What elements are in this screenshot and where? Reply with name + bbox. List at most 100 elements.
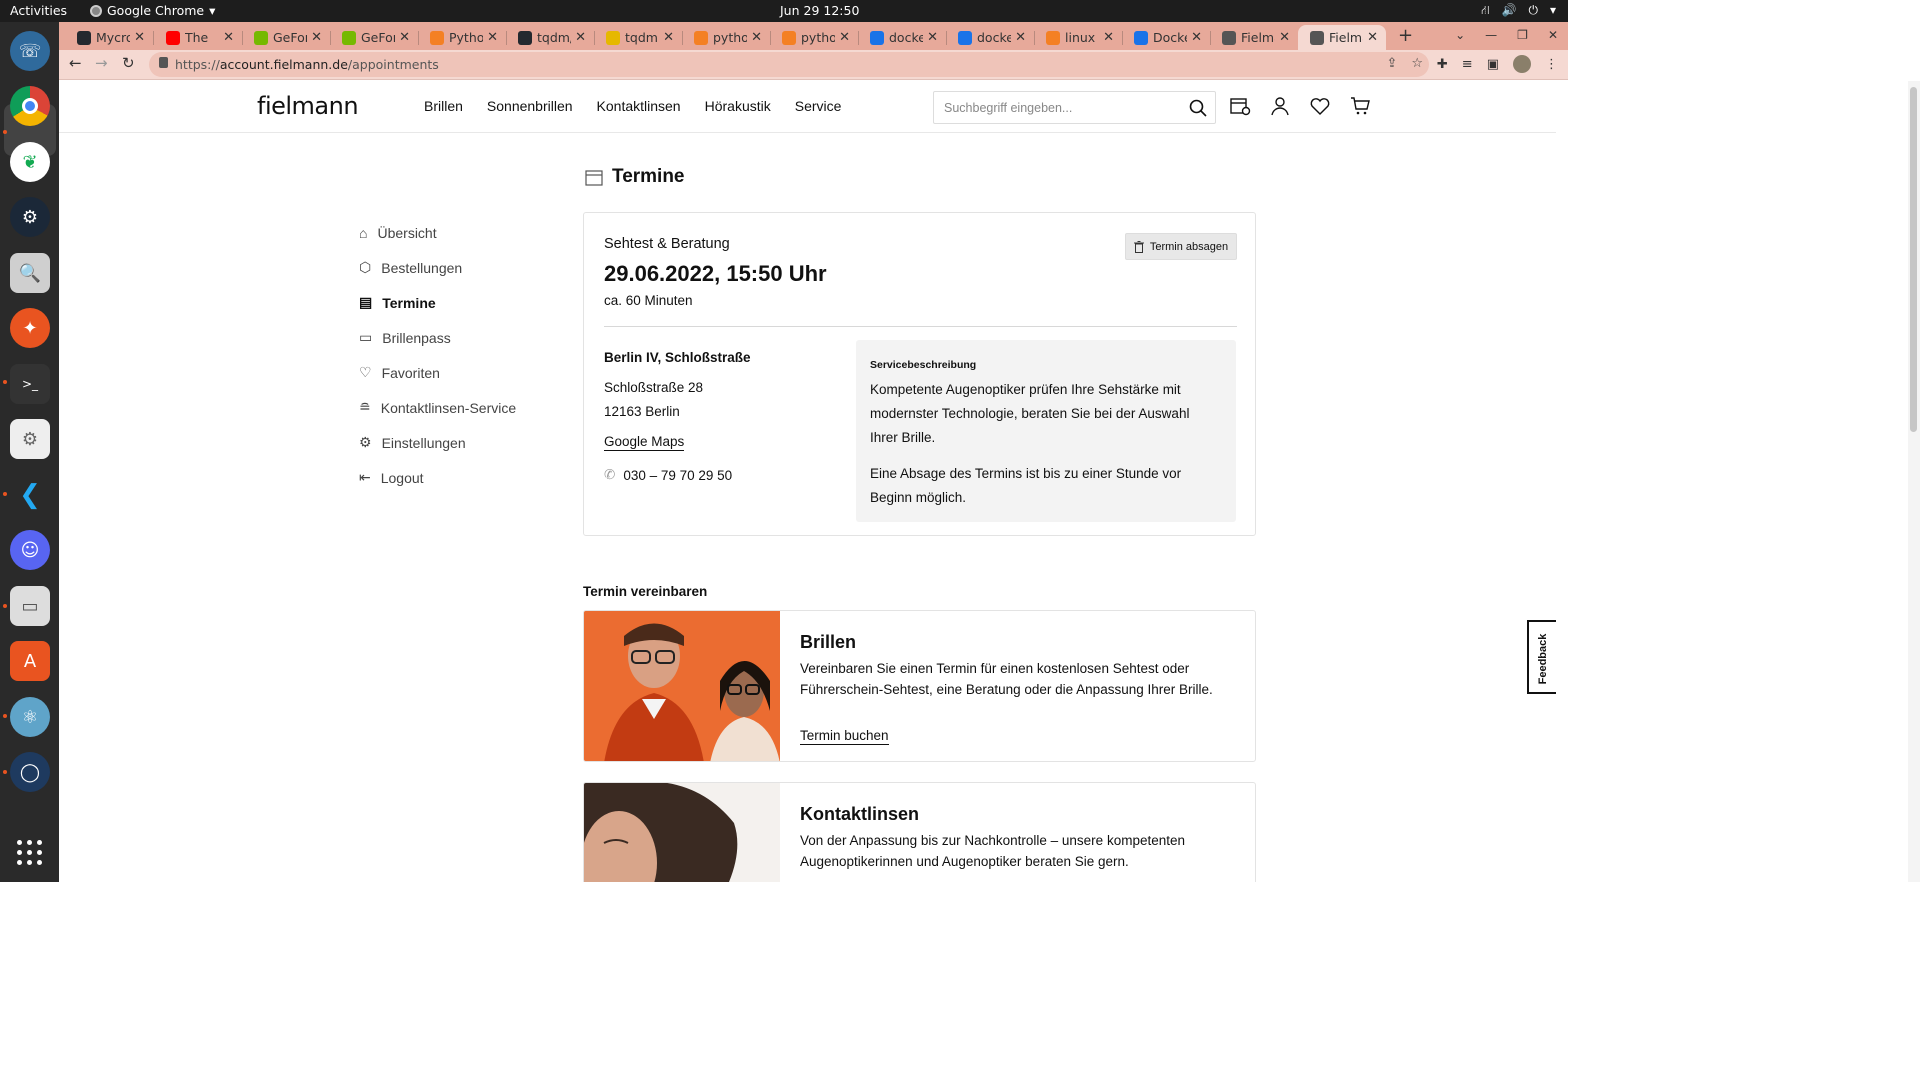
vscode-icon[interactable]: ❮ <box>10 475 50 515</box>
scrollbar-thumb[interactable] <box>1910 87 1917 432</box>
sidebar-item-logout[interactable]: ⇤ Logout <box>359 460 516 495</box>
browser-tab[interactable]: The ✕ <box>154 25 242 50</box>
tab-close-icon[interactable]: ✕ <box>399 30 410 45</box>
image-viewer-icon[interactable]: 🔍 <box>10 253 50 293</box>
extensions-icon[interactable]: ✚ <box>1437 57 1448 72</box>
side-panel-icon[interactable]: ▣ <box>1487 57 1499 72</box>
show-apps-icon[interactable] <box>17 840 43 866</box>
new-tab-button[interactable]: + <box>1398 25 1413 46</box>
atom-icon[interactable]: ⚛ <box>10 697 50 737</box>
browser-tab[interactable]: tqdm/✕ <box>506 25 594 50</box>
tab-close-icon[interactable]: ✕ <box>1279 30 1290 45</box>
tab-close-icon[interactable]: ✕ <box>1015 30 1026 45</box>
sidebar-item-einstellungen[interactable]: ⚙ Einstellungen <box>359 425 516 460</box>
discord-icon[interactable]: ☺ <box>10 530 50 570</box>
files-icon[interactable]: ▭ <box>10 586 50 626</box>
tab-close-icon[interactable]: ✕ <box>927 30 938 45</box>
chrome-icon[interactable] <box>10 86 50 126</box>
close-icon[interactable]: ✕ <box>1548 28 1558 42</box>
maximize-icon[interactable]: ❐ <box>1517 28 1528 42</box>
clock[interactable]: Jun 29 12:50 <box>780 3 859 18</box>
share-icon[interactable]: ⇪ <box>1386 56 1397 71</box>
steam-icon[interactable]: ⚙ <box>10 197 50 237</box>
browser-tab[interactable]: pytho ✕ <box>770 25 858 50</box>
browser-tab[interactable]: GeFor ✕ <box>330 25 418 50</box>
fielmann-logo[interactable]: fielmann <box>257 92 359 120</box>
firefox-icon[interactable]: ✦ <box>10 308 50 348</box>
cancel-appointment-button[interactable]: Termin absagen <box>1125 233 1237 260</box>
account-icon[interactable] <box>1269 95 1291 117</box>
profile-avatar[interactable] <box>1513 55 1531 73</box>
nav-item-brillen[interactable]: Brillen <box>424 98 463 114</box>
support-app-icon[interactable]: ☏ <box>10 31 50 71</box>
tab-close-icon[interactable]: ✕ <box>223 30 234 45</box>
tab-close-icon[interactable]: ✕ <box>663 30 674 45</box>
browser-tab[interactable]: Fielma ✕ <box>1210 25 1298 50</box>
browser-tab[interactable]: docke ✕ <box>858 25 946 50</box>
browser-tab[interactable]: linux - ✕ <box>1034 25 1122 50</box>
cancel-appointment-label: Termin absagen <box>1149 240 1229 253</box>
nav-item-kontaktlinsen[interactable]: Kontaktlinsen <box>597 98 681 114</box>
mongodb-compass-icon[interactable]: ❦ <box>10 142 50 182</box>
book-appointment-link[interactable]: Termin buchen <box>800 728 889 745</box>
activities-button[interactable]: Activities <box>10 3 67 18</box>
browser-tab[interactable]: docke ✕ <box>946 25 1034 50</box>
store-city: 12163 Berlin <box>604 404 680 419</box>
menu-icon[interactable]: ⋮ <box>1545 57 1558 72</box>
settings-icon[interactable]: ⚙ <box>10 419 50 459</box>
tab-close-icon[interactable]: ✕ <box>311 30 322 45</box>
system-tray[interactable]: ⛙ 🔊 ⏻ ▾ <box>1481 3 1556 19</box>
search-icon[interactable] <box>1189 99 1207 117</box>
feedback-button[interactable]: Feedback <box>1527 620 1556 694</box>
google-maps-link[interactable]: Google Maps <box>604 434 685 451</box>
tab-close-icon[interactable]: ✕ <box>1191 30 1202 45</box>
timer-app-icon[interactable]: ◯ <box>10 752 50 792</box>
running-indicator <box>3 604 7 608</box>
minimize-icon[interactable]: — <box>1485 28 1497 42</box>
appointment-calendar-icon[interactable] <box>1229 95 1251 117</box>
browser-tab[interactable]: pytho ✕ <box>682 25 770 50</box>
chevron-down-icon: ▾ <box>1549 3 1556 17</box>
nav-item-hoerakustik[interactable]: Hörakustik <box>705 98 771 114</box>
sidebar-item-termine[interactable]: ▤ Termine <box>359 285 516 320</box>
favorites-heart-icon[interactable] <box>1309 95 1331 117</box>
sidebar-item-brillenpass[interactable]: ▭ Brillenpass <box>359 320 516 355</box>
back-icon[interactable]: ← <box>69 54 82 72</box>
tab-close-icon[interactable]: ✕ <box>751 30 762 45</box>
tab-close-icon[interactable]: ✕ <box>575 30 586 45</box>
tab-close-icon[interactable]: ✕ <box>487 30 498 45</box>
search-input[interactable]: Suchbegriff eingeben... <box>933 91 1216 124</box>
cart-icon[interactable] <box>1349 95 1371 117</box>
offer-title: Kontaktlinsen <box>800 804 920 824</box>
tab-search-icon[interactable]: ⌄ <box>1455 28 1465 42</box>
forward-icon[interactable]: → <box>95 54 108 72</box>
nav-item-service[interactable]: Service <box>795 98 842 114</box>
sidebar-item-kontaktlinsen-service[interactable]: ≘ Kontaktlinsen-Service <box>359 390 516 425</box>
browser-tab[interactable]: Docke ✕ <box>1122 25 1210 50</box>
bookmark-star-icon[interactable]: ☆ <box>1411 56 1423 71</box>
page-scrollbar[interactable] <box>1908 81 1920 882</box>
sidebar-item-uebersicht[interactable]: ⌂ Übersicht <box>359 215 516 250</box>
tab-close-icon[interactable]: ✕ <box>134 30 145 45</box>
browser-tab[interactable]: Mycro ✕ <box>65 25 153 50</box>
tab-close-icon[interactable]: ✕ <box>1103 30 1114 45</box>
app-store-icon[interactable]: A <box>10 641 50 681</box>
browser-tab[interactable]: tqdm. ✕ <box>594 25 682 50</box>
address-bar[interactable]: https://account.fielmann.de/appointments… <box>149 52 1429 77</box>
browser-tab[interactable]: Fielma ✕ <box>1298 25 1386 50</box>
store-street: Schloßstraße 28 <box>604 380 704 395</box>
app-menu[interactable]: Google Chrome ▾ <box>90 3 215 18</box>
terminal-icon[interactable]: >_ <box>10 364 50 404</box>
reload-icon[interactable]: ↻ <box>122 54 135 72</box>
sidebar-item-bestellungen[interactable]: ⬡ Bestellungen <box>359 250 516 285</box>
browser-tab[interactable]: Pytho ✕ <box>418 25 506 50</box>
store-phone[interactable]: ✆ 030 – 79 70 29 50 <box>604 467 732 483</box>
browser-tab[interactable]: GeFor ✕ <box>242 25 330 50</box>
tab-label: docke <box>977 30 1012 45</box>
tab-close-icon[interactable]: ✕ <box>839 30 850 45</box>
network-icon: ⛙ <box>1481 3 1490 17</box>
tab-close-icon[interactable]: ✕ <box>1367 30 1378 45</box>
nav-item-sonnenbrillen[interactable]: Sonnenbrillen <box>487 98 573 114</box>
media-controls-icon[interactable]: ≡ <box>1462 57 1473 72</box>
sidebar-item-favoriten[interactable]: ♡ Favoriten <box>359 355 516 390</box>
